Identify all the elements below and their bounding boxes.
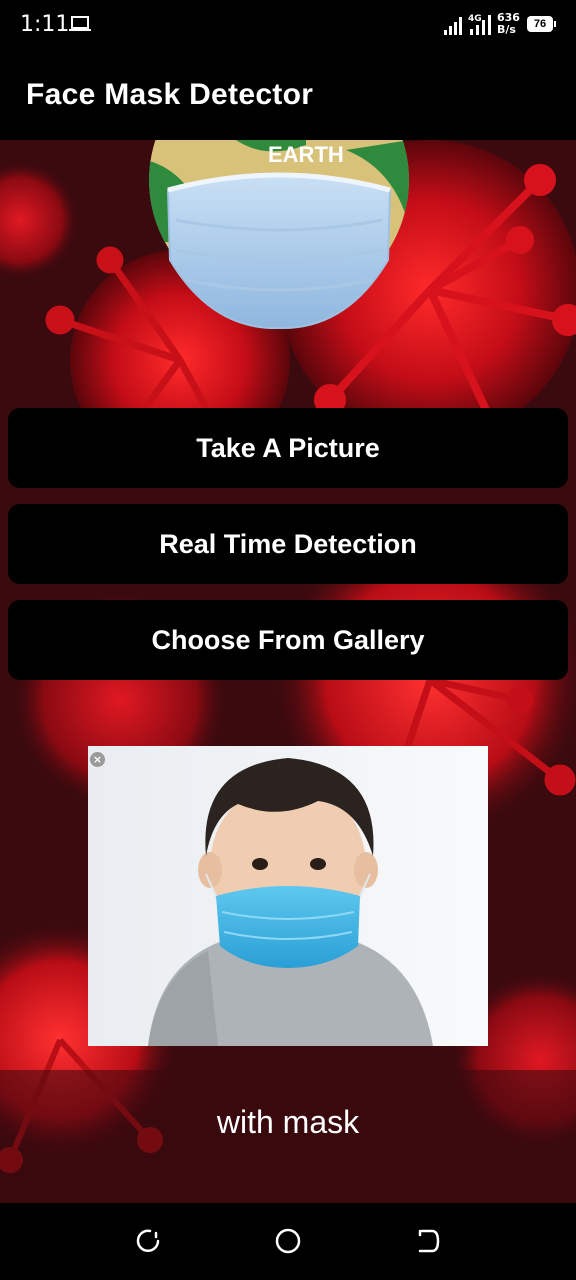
logo-text: EARTH: [268, 142, 344, 167]
child-with-mask-photo: [88, 746, 488, 1046]
main-content: EARTH Take A Picture Real Time Detection…: [0, 140, 576, 1203]
face-mask-logo: EARTH: [149, 140, 409, 330]
laptop-icon: [69, 16, 91, 31]
mobile-data-4g-icon: 4G: [468, 14, 491, 35]
real-time-detection-button[interactable]: Real Time Detection: [8, 504, 568, 584]
take-picture-button[interactable]: Take A Picture: [8, 408, 568, 488]
network-speed: 636 B/s: [497, 12, 520, 36]
status-time: 1:11: [20, 12, 70, 37]
choose-from-gallery-button[interactable]: Choose From Gallery: [8, 600, 568, 680]
signal-strength-icon: [444, 17, 462, 35]
svg-text:4G: 4G: [468, 14, 482, 24]
status-bar: 1:11 4G 636 B/s 76: [0, 0, 576, 52]
network-speed-unit: B/s: [497, 23, 516, 36]
battery-indicator: 76: [527, 16, 556, 32]
back-icon[interactable]: [414, 1227, 442, 1255]
navigation-bar: [0, 1203, 576, 1280]
close-icon[interactable]: ×: [90, 752, 105, 767]
app-title: Face Mask Detector: [26, 78, 314, 111]
app-bar: Face Mask Detector: [0, 52, 576, 140]
recent-apps-icon[interactable]: [134, 1227, 162, 1255]
screen: 1:11 4G 636 B/s 76 Face Mask Detector EA…: [0, 0, 576, 1280]
home-icon[interactable]: [274, 1227, 302, 1255]
result-image: ×: [88, 746, 488, 1046]
detection-result-label: with mask: [216, 1104, 360, 1140]
